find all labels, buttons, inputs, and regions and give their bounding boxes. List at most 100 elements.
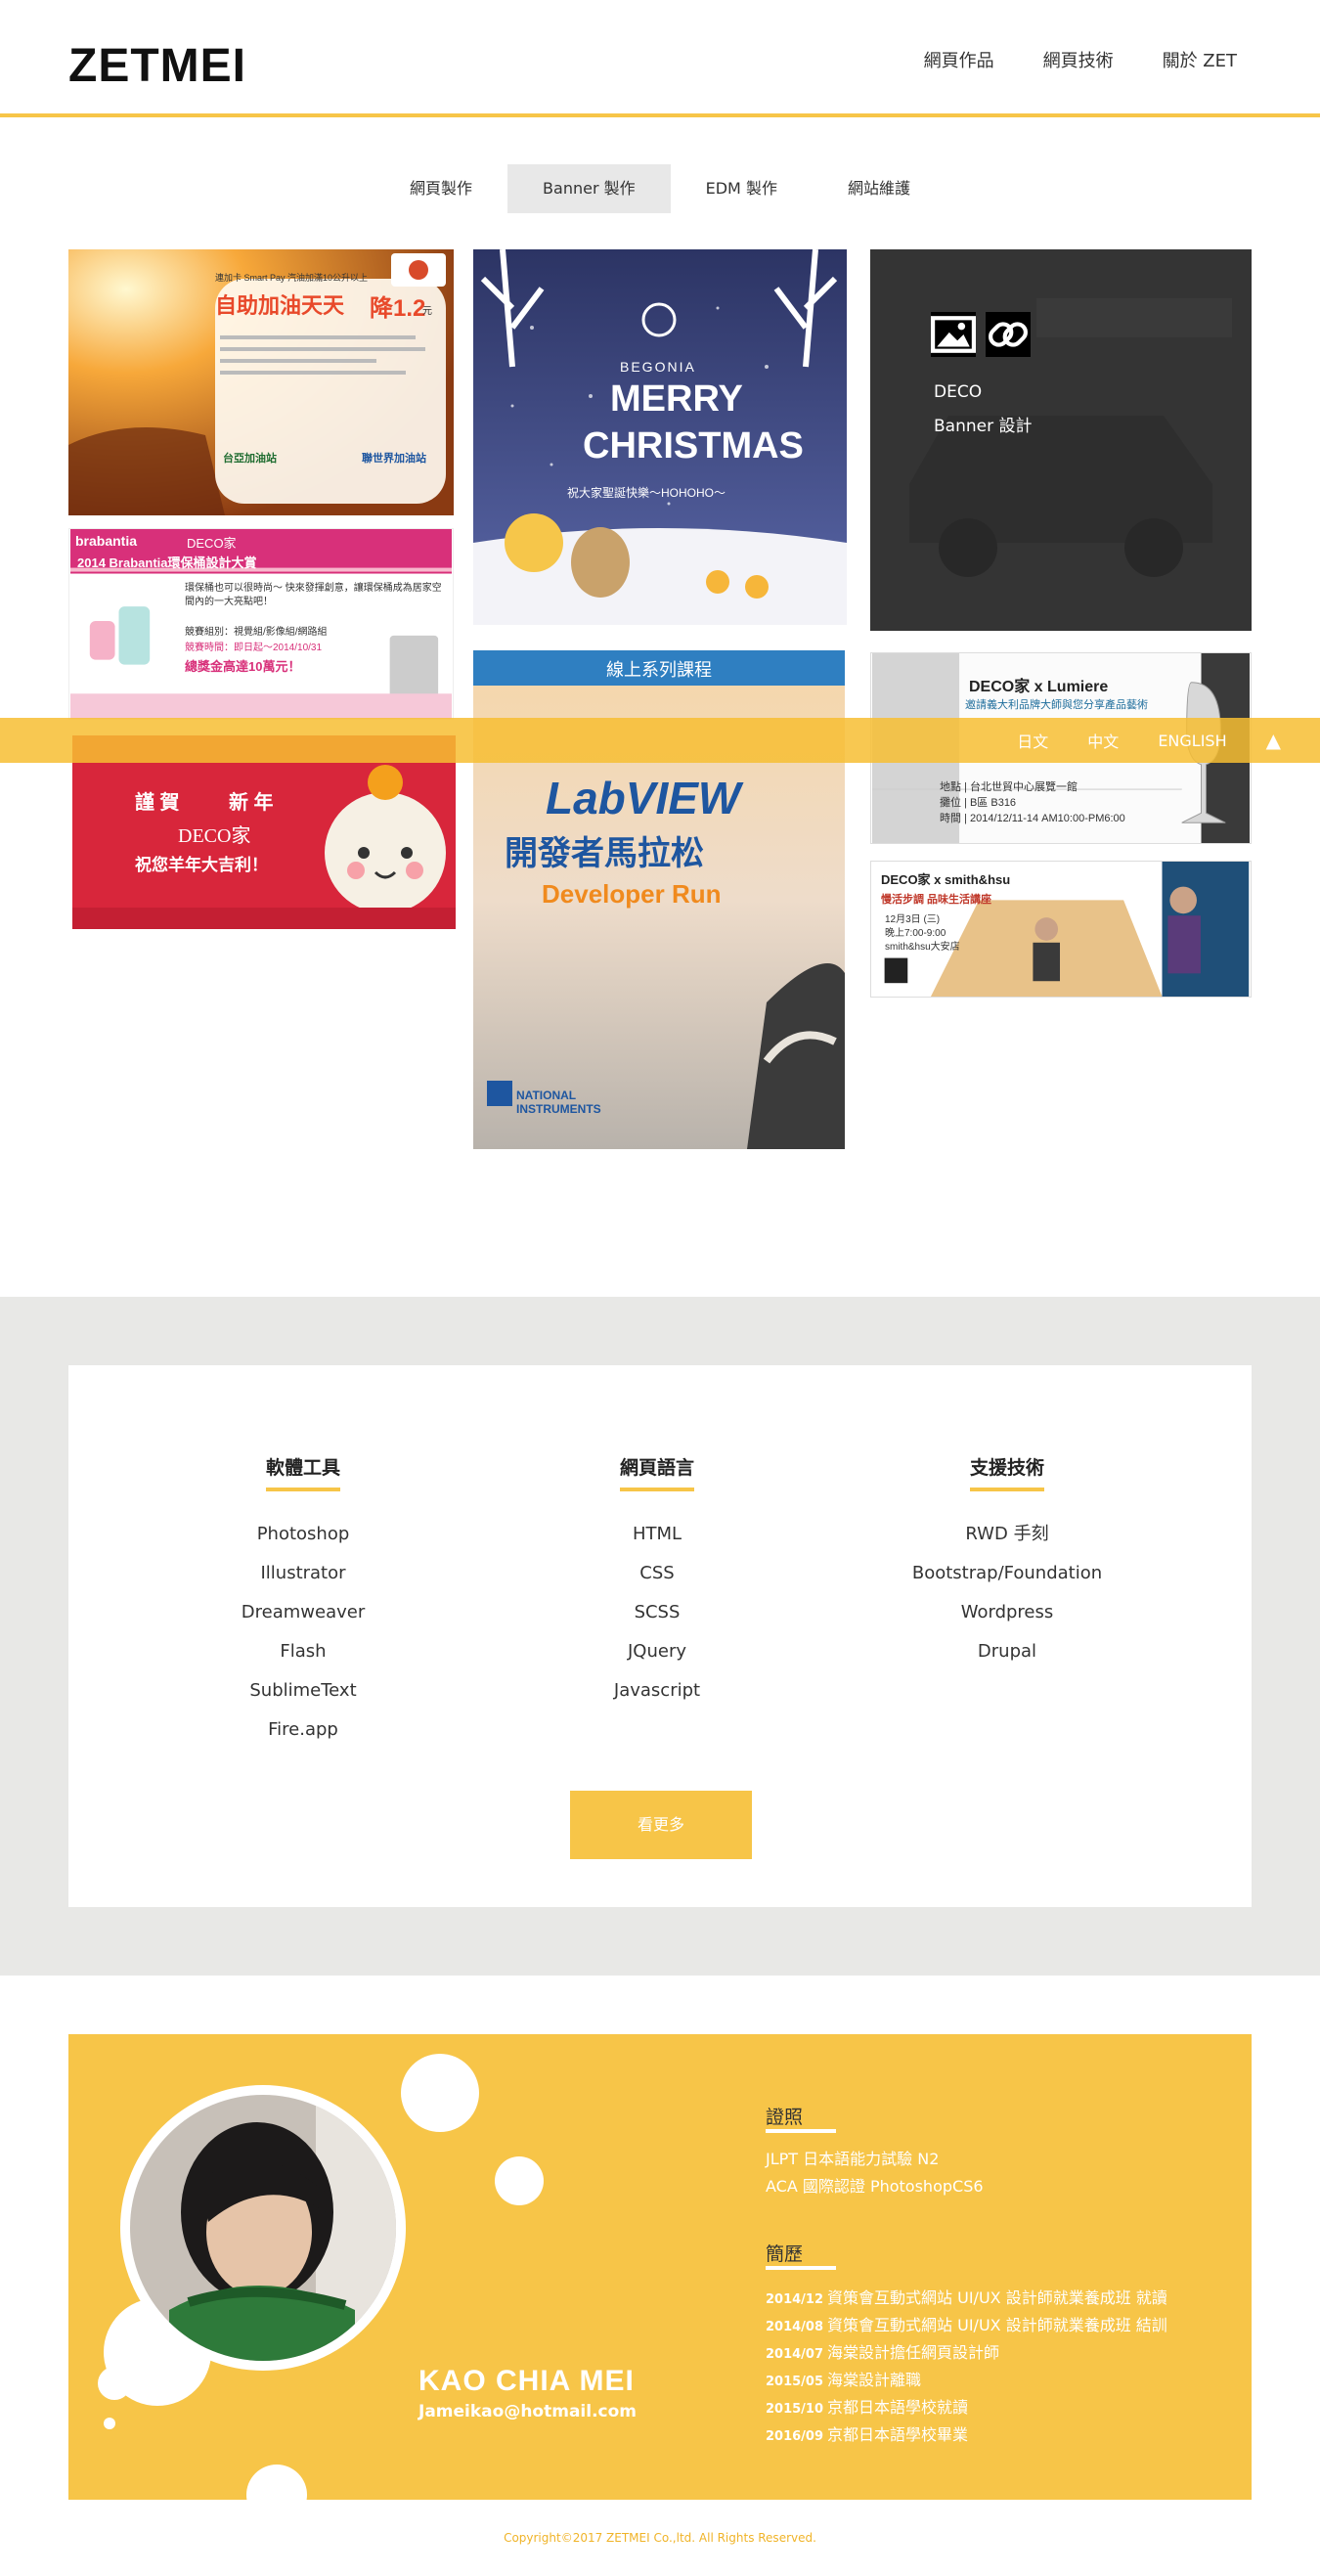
- decor-bubble: [495, 2156, 544, 2205]
- smithhsu-time: 晚上7:00-9:00: [885, 928, 946, 939]
- xmas-brand: BEGONIA: [620, 359, 696, 375]
- xmas-line2: CHRISTMAS: [583, 425, 804, 466]
- view-image-button[interactable]: [931, 312, 976, 357]
- link-icon: [989, 322, 1028, 347]
- language-bar: 日文 中文 ENGLISH ▲: [0, 718, 1320, 763]
- experience-item: 2014/07 海棠設計擔任網頁設計師: [766, 2339, 1167, 2367]
- newyear-deco: DECO家: [178, 825, 251, 847]
- newyear-line2: 新 年: [229, 792, 274, 814]
- newyear-wish: 祝您羊年大吉利！: [135, 856, 268, 874]
- profile-name: KAO CHIA MEI: [418, 2365, 635, 2397]
- tab-web[interactable]: 網頁製作: [374, 164, 507, 213]
- skill-item: RWD 手刻: [965, 1524, 1049, 1544]
- hover-overlay: [870, 249, 1252, 631]
- skill-column-title: 支援技術: [969, 1453, 1044, 1491]
- skill-column-software: 軟體工具 Photoshop Illustrator Dreamweaver F…: [156, 1453, 450, 1750]
- skill-item: Bootstrap/Foundation: [911, 1563, 1103, 1583]
- skill-column-languages: 網頁語言 HTML CSS SCSS JQuery Javascript: [510, 1453, 804, 1710]
- brabantia-prize: 總獎金高達10萬元！: [185, 659, 301, 674]
- portfolio-item-brabantia[interactable]: brabantia DECO家 2014 Brabantia環保桶設計大賞 環保…: [68, 528, 454, 720]
- smithhsu-brand: DECO家 x smith&hsu: [881, 872, 1011, 887]
- cert-item: JLPT 日本語能力試驗 N2: [766, 2150, 940, 2168]
- back-to-top-icon[interactable]: ▲: [1266, 729, 1281, 752]
- newyear-line1: 謹 賀: [135, 792, 180, 814]
- experience-text: 資策會互動式網站 UI/UX 設計師就業養成班 就讀: [827, 2288, 1167, 2307]
- skill-column-title: 網頁語言: [619, 1453, 694, 1491]
- lumiere-brand: DECO家 x Lumiere: [969, 679, 1109, 695]
- experience-text: 京都日本語學校就讀: [827, 2398, 969, 2417]
- skill-item: Illustrator: [260, 1563, 346, 1583]
- brabantia-brand: brabantia: [75, 533, 138, 549]
- footer-copyright: Copyright©2017 ZETMEI Co.,ltd. All Right…: [504, 2531, 816, 2545]
- lang-japanese[interactable]: 日文: [1017, 729, 1048, 752]
- experience-item: 2015/10 京都日本語學校就讀: [766, 2394, 1167, 2421]
- nav-about[interactable]: 關於 ZET: [1163, 47, 1237, 72]
- decor-bubble: [104, 2418, 115, 2429]
- labview-title2: 開發者馬拉松: [505, 835, 704, 872]
- experience-year: 2014/07: [766, 2347, 824, 2362]
- skill-item: Flash: [280, 1641, 327, 1662]
- fuel-headline: 自助加油天天: [215, 293, 345, 318]
- overlay-subtitle: Banner 設計: [934, 417, 1033, 436]
- smithhsu-place: smith&hsu大安店: [885, 942, 960, 953]
- portfolio-item-newyear[interactable]: 謹 賀 新 年 DECO家 祝您羊年大吉利！: [72, 735, 456, 929]
- cert-item: ACA 國際認證 PhotoshopCS6: [766, 2177, 984, 2196]
- cert-list: JLPT 日本語能力試驗 N2 ACA 國際認證 PhotoshopCS6: [766, 2146, 984, 2200]
- brabantia-title: 2014 Brabantia環保桶設計大賞: [77, 555, 257, 570]
- fuel-brand2: 聯世界加油站: [362, 453, 426, 465]
- fuel-unit: 元: [422, 306, 432, 317]
- image-icon: [931, 316, 976, 353]
- experience-list: 2014/12 資策會互動式網站 UI/UX 設計師就業養成班 就讀 2014/0…: [766, 2285, 1167, 2449]
- see-more-button[interactable]: 看更多: [570, 1791, 752, 1859]
- portfolio-item-deco-car[interactable]: DECO Banner 設計: [870, 249, 1252, 631]
- portfolio-item-smithhsu[interactable]: DECO家 x smith&hsu 慢活步調 品味生活講座 12月3日 (三) …: [870, 861, 1252, 998]
- site-logo[interactable]: ZETMEI: [68, 39, 246, 93]
- tab-edm[interactable]: EDM 製作: [671, 164, 813, 213]
- lang-english[interactable]: ENGLISH: [1158, 732, 1226, 750]
- experience-item: 2014/08 資策會互動式網站 UI/UX 設計師就業養成班 結訓: [766, 2312, 1167, 2339]
- skill-item: Javascript: [613, 1680, 701, 1701]
- portfolio-item-fuel-banner[interactable]: 連加卡 Smart Pay 汽油加滿10公升以上 自助加油天天 降1.2 元 台…: [68, 249, 454, 515]
- fuel-brand1: 台亞加油站: [223, 453, 277, 465]
- lumiere-time: 時間 | 2014/12/11-14 AM10:00-PM6:00: [940, 813, 1125, 824]
- lumiere-sub: 邀請義大利品牌大師與您分享產品藝術: [965, 699, 1148, 711]
- site-header: ZETMEI 網頁作品 網頁技術 關於 ZET: [0, 0, 1320, 117]
- brabantia-time: 競賽時間：即日起～2014/10/31: [185, 643, 323, 653]
- tab-maintenance[interactable]: 網站維護: [813, 164, 946, 213]
- lang-chinese[interactable]: 中文: [1087, 729, 1119, 752]
- skills-card: 軟體工具 Photoshop Illustrator Dreamweaver F…: [68, 1365, 1252, 1907]
- skill-item: JQuery: [627, 1641, 686, 1662]
- skill-item: CSS: [639, 1563, 675, 1583]
- skill-item: Fire.app: [268, 1719, 338, 1740]
- experience-year: 2016/09: [766, 2429, 824, 2444]
- nav-works[interactable]: 網頁作品: [924, 47, 994, 72]
- fuel-drop: 降1.2: [370, 295, 426, 322]
- skill-item: Photoshop: [256, 1524, 350, 1544]
- experience-text: 資策會互動式網站 UI/UX 設計師就業養成班 結訓: [827, 2316, 1167, 2334]
- skill-item: Drupal: [977, 1641, 1037, 1662]
- experience-year: 2015/05: [766, 2375, 824, 2389]
- newyear-image: [72, 735, 456, 929]
- open-link-button[interactable]: [986, 312, 1031, 357]
- fuel-line1: 連加卡 Smart Pay 汽油加滿10公升以上: [215, 273, 369, 283]
- overlay-title: DECO: [934, 382, 983, 402]
- smithhsu-date: 12月3日 (三): [885, 914, 941, 925]
- experience-text: 京都日本語學校畢業: [827, 2425, 969, 2444]
- nav-skills[interactable]: 網頁技術: [1043, 47, 1114, 72]
- decor-bubble: [401, 2054, 479, 2132]
- profile-email[interactable]: Jameikao@hotmail.com: [418, 2402, 637, 2421]
- xmas-line1: MERRY: [610, 378, 743, 420]
- tab-banner[interactable]: Banner 製作: [507, 164, 671, 213]
- skill-column-title: 軟體工具: [265, 1453, 340, 1491]
- experience-item: 2015/05 海棠設計離職: [766, 2367, 1167, 2394]
- portfolio-item-xmas[interactable]: BEGONIA MERRY CHRISTMAS 祝大家聖誕快樂～HOHOHO～: [473, 249, 847, 625]
- experience-year: 2014/12: [766, 2292, 824, 2307]
- experience-year: 2015/10: [766, 2402, 824, 2417]
- top-nav: 網頁作品 網頁技術 關於 ZET: [924, 47, 1237, 72]
- labview-brand: NATIONAL INSTRUMENTS: [516, 1088, 601, 1116]
- avatar: [120, 2085, 406, 2371]
- skill-column-tech: 支援技術 RWD 手刻 Bootstrap/Foundation Wordpre…: [860, 1453, 1154, 1671]
- avatar-photo: [130, 2095, 396, 2361]
- skill-item: SublimeText: [249, 1680, 357, 1701]
- profile-section: KAO CHIA MEI Jameikao@hotmail.com 證照 JLP…: [68, 2034, 1252, 2500]
